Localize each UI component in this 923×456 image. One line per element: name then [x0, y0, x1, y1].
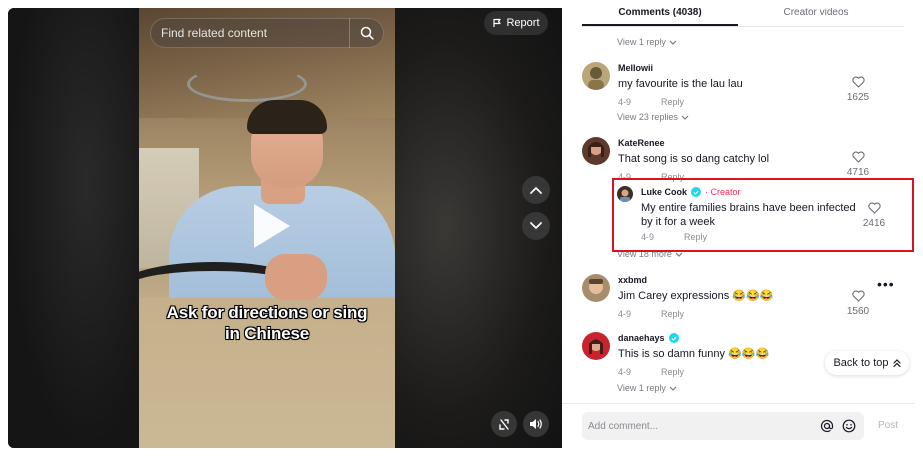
search-icon: [360, 26, 374, 40]
avatar[interactable]: [582, 274, 610, 302]
username-text: danaehays: [618, 333, 665, 343]
chevron-down-icon: [681, 115, 689, 120]
view-replies-label: View 23 replies: [617, 112, 678, 122]
avatar-image: [582, 332, 610, 360]
comment-item: KateRenee That song is so dang catchy lo…: [582, 137, 902, 183]
comment-date: 4-9: [618, 97, 632, 107]
comment-footer: Post: [562, 403, 915, 448]
username-text: xxbmd: [618, 275, 648, 285]
comment-body: xxbmd Jim Carey expressions 😂😂😂 4-9 Repl…: [618, 274, 858, 319]
comment-username[interactable]: danaehays: [618, 332, 858, 344]
like-button[interactable]: 1560: [838, 290, 878, 317]
post-button[interactable]: Post: [878, 420, 898, 431]
comment-meta: 4-9 Reply: [618, 97, 858, 107]
next-video-button[interactable]: [522, 212, 550, 240]
avatar-image: [582, 137, 610, 165]
like-count: 1625: [846, 92, 870, 103]
like-button[interactable]: 1625: [838, 76, 878, 103]
verified-badge-icon: [668, 333, 679, 343]
flag-icon: [493, 18, 502, 27]
comment-item: xxbmd Jim Carey expressions 😂😂😂 4-9 Repl…: [582, 274, 902, 322]
comment-input[interactable]: [582, 420, 816, 432]
panel-tabs: Comments (4038) Creator videos: [562, 8, 915, 28]
floating-player-button[interactable]: [491, 411, 517, 437]
avatar-image: [582, 274, 610, 302]
heart-icon: [851, 151, 865, 163]
username-text: KateRenee: [618, 138, 665, 148]
tabs-divider: [582, 26, 904, 27]
floating-player-icon: [498, 418, 509, 430]
volume-button[interactable]: [523, 411, 549, 437]
highlight-box: [612, 178, 914, 252]
video-caption-line-2: in Chinese: [225, 324, 309, 343]
chevron-down-icon: [669, 386, 677, 391]
volume-icon: [530, 419, 542, 429]
chevron-down-icon: [675, 252, 683, 257]
search-input[interactable]: [151, 26, 349, 40]
username-text: Mellowii: [618, 63, 654, 73]
comment-username[interactable]: xxbmd: [618, 274, 858, 286]
double-chevron-up-icon: [892, 359, 901, 368]
comment-text: This is so damn funny 😂😂😂: [618, 348, 770, 360]
search-button[interactable]: [349, 18, 383, 48]
at-mention-icon: [820, 419, 834, 433]
video-stage: Ask for directions or sing in Chinese Re…: [8, 8, 562, 448]
mention-button[interactable]: [816, 415, 838, 437]
emoji-button[interactable]: [838, 415, 860, 437]
comment-body: danaehays This is so damn funny 😂😂😂 4-9 …: [618, 332, 858, 377]
blurred-backdrop-left: [8, 8, 139, 448]
comment-input-container: [582, 412, 864, 440]
comment-body: Mellowii my favourite is the lau lau 4-9…: [618, 62, 858, 107]
chevron-up-icon: [530, 187, 542, 194]
reply-button[interactable]: Reply: [661, 309, 684, 319]
video-caption: Ask for directions or sing in Chinese: [139, 302, 395, 344]
comment-text: That song is so dang catchy lol: [618, 153, 770, 165]
like-button[interactable]: 4716: [838, 151, 878, 178]
related-content-search[interactable]: [150, 18, 384, 48]
view-replies-link[interactable]: View 23 replies: [617, 112, 689, 122]
like-count: 4716: [846, 167, 870, 178]
emoji-icon: [842, 419, 856, 433]
report-label: Report: [506, 17, 540, 29]
reply-button[interactable]: Reply: [661, 367, 684, 377]
avatar-image: [582, 62, 610, 90]
heart-icon: [851, 76, 865, 88]
comment-date: 4-9: [618, 367, 632, 377]
comment-text: Jim Carey expressions 😂😂😂: [618, 290, 774, 302]
comment-body: KateRenee That song is so dang catchy lo…: [618, 137, 858, 182]
comment-meta: 4-9 Reply: [618, 367, 858, 377]
avatar[interactable]: [582, 137, 610, 165]
report-button[interactable]: Report: [484, 11, 548, 35]
video-frame-hand: [265, 254, 327, 300]
video-frame-person-hair: [247, 100, 327, 134]
view-replies-link[interactable]: View 1 reply: [617, 37, 677, 47]
video-caption-line-1: Ask for directions or sing: [166, 303, 368, 322]
comment-meta: 4-9 Reply: [618, 309, 858, 319]
play-icon[interactable]: [254, 204, 290, 248]
back-to-top-label: Back to top: [833, 357, 889, 369]
video-frame-vent: [187, 66, 307, 102]
view-replies-label: View 1 reply: [617, 37, 666, 47]
heart-icon: [851, 290, 865, 302]
tab-comments[interactable]: Comments (4038): [582, 8, 738, 26]
tab-creator-videos[interactable]: Creator videos: [738, 8, 894, 26]
avatar[interactable]: [582, 62, 610, 90]
previous-video-button[interactable]: [522, 176, 550, 204]
view-replies-link[interactable]: View 1 reply: [617, 383, 677, 393]
chevron-down-icon: [669, 40, 677, 45]
reply-button[interactable]: Reply: [661, 97, 684, 107]
like-count: 1560: [846, 306, 870, 317]
avatar[interactable]: [582, 332, 610, 360]
comment-text: my favourite is the lau lau: [618, 78, 743, 90]
comment-username[interactable]: KateRenee: [618, 137, 858, 149]
view-replies-label: View 1 reply: [617, 383, 666, 393]
chevron-down-icon: [530, 222, 542, 229]
comment-username[interactable]: Mellowii: [618, 62, 858, 74]
comment-date: 4-9: [618, 309, 632, 319]
back-to-top-button[interactable]: Back to top: [825, 351, 909, 375]
